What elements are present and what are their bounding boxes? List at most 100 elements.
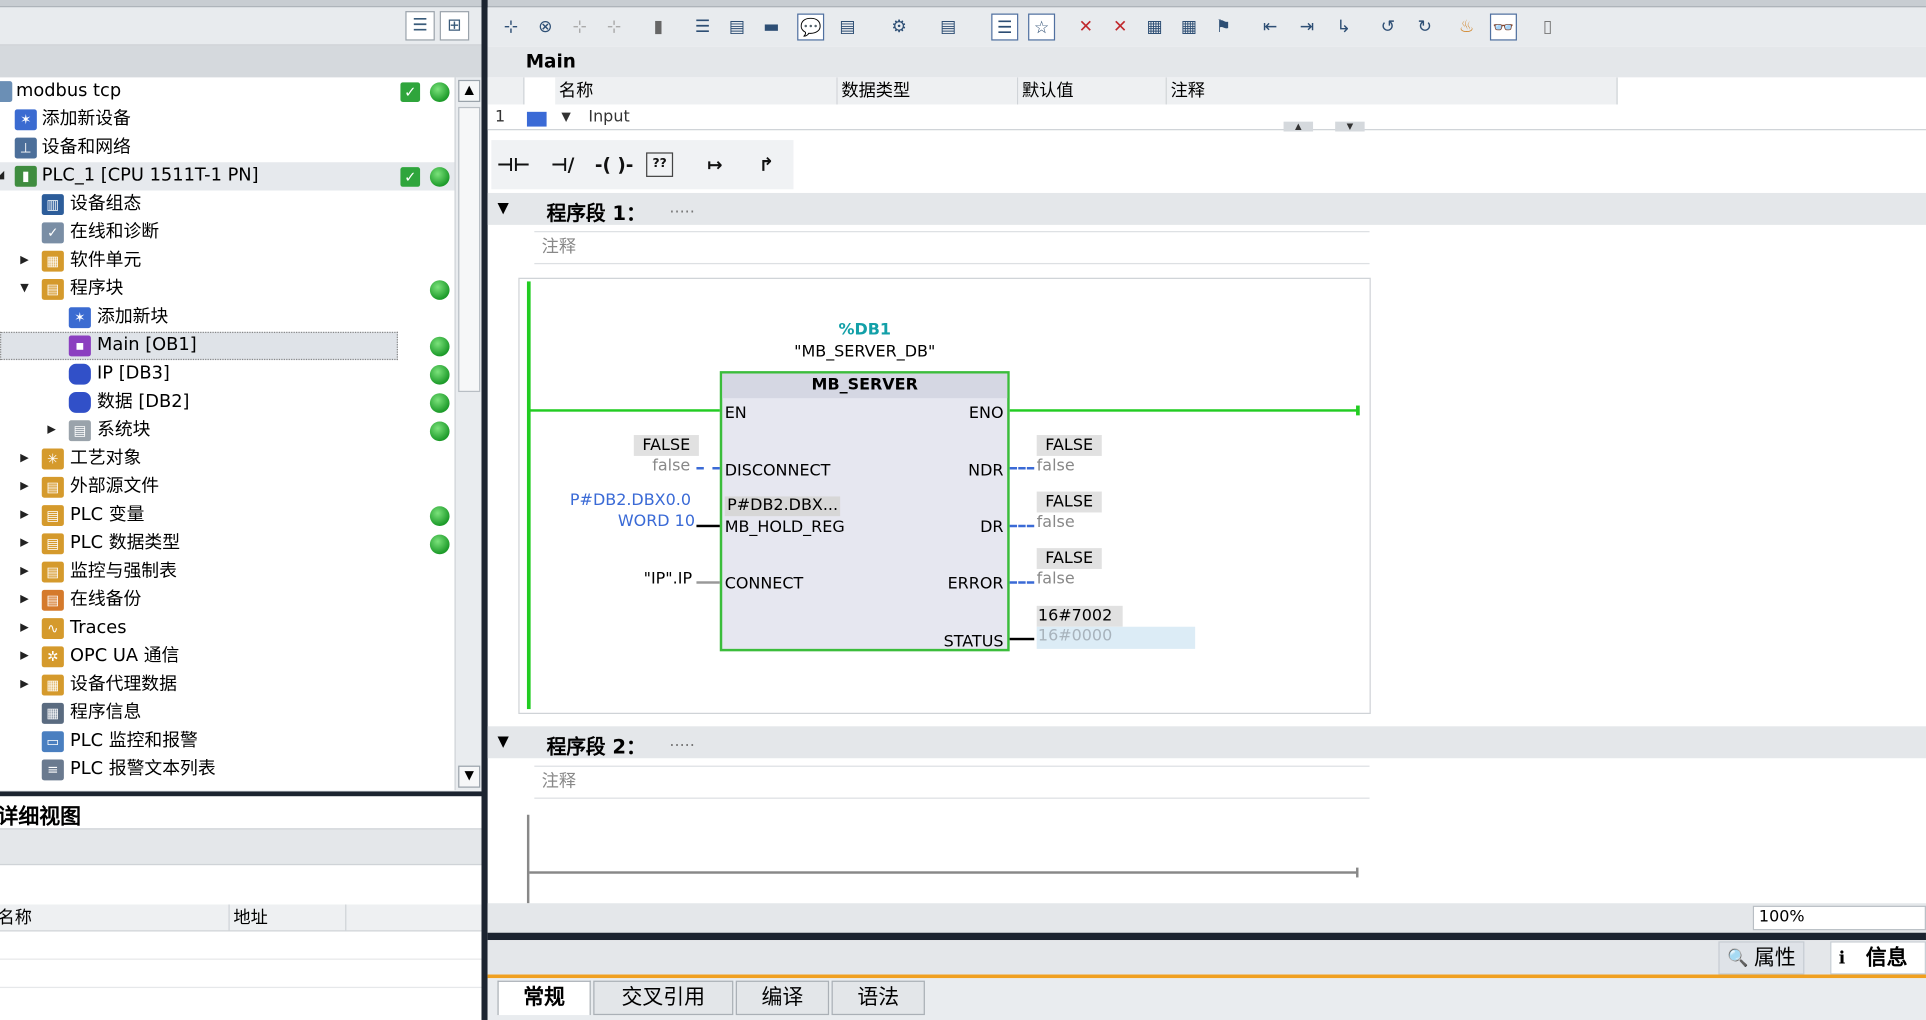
dr-operand[interactable]: false [1037,514,1075,534]
error-operand[interactable]: false [1037,570,1075,590]
tree-item-main-ob1[interactable]: ▪ Main [OB1] [0,331,398,361]
empty-box-icon[interactable]: ?? [646,152,674,177]
tab-cross-reference[interactable]: 交叉引用 [593,980,734,1016]
no-contact-icon[interactable]: ⊣⊢ [494,145,533,184]
disconnect-operand[interactable]: false [652,457,690,477]
search-ref-icon[interactable]: ▦ [1175,14,1202,41]
tag-info-icon[interactable]: ⚙ [886,14,913,41]
expand-arrow-icon[interactable]: ▶ [17,671,32,699]
expand-arrow-icon[interactable]: ▶ [17,530,32,558]
close-branch-icon[interactable]: ↱ [747,145,786,184]
delete-network-icon[interactable]: ⊗ [532,14,559,41]
status-operand[interactable]: 16#0000 [1036,626,1196,649]
tree-item-program-blocks[interactable]: ▼ ▤ 程序块 [0,275,454,303]
monitor-icon[interactable]: 👓 [1489,13,1517,41]
nc-contact-icon[interactable]: ⊣/⊢ [543,145,582,215]
step-over-icon[interactable]: ↳ [1330,14,1357,41]
col-address[interactable]: 地址 [228,904,347,932]
splitter-down-icon[interactable]: ▼ [1335,121,1365,132]
collapse-network-icon[interactable]: ▼ [497,199,508,216]
operand-display-icon[interactable]: ☰ [991,13,1019,41]
scroll-down-icon[interactable]: ▼ [458,765,481,788]
instance-db-address[interactable]: %DB1 [766,321,963,341]
network-title-placeholder[interactable]: ..... [669,199,694,217]
splitter-up-icon[interactable]: ▲ [1283,121,1314,132]
expand-arrow-icon[interactable]: ▶ [17,614,32,642]
scroll-thumb[interactable] [458,106,481,393]
tree-item-add-device[interactable]: ✶ 添加新设备 [0,106,454,134]
col-name[interactable]: 名称 [0,904,32,931]
collapse-network-icon[interactable]: ▼ [497,732,508,749]
append-row-icon[interactable]: ⊹ [601,14,628,41]
iface-col-datatype[interactable]: 数据类型 [837,77,1019,105]
tree-item-project[interactable]: modbus tcp ✓ [0,77,454,105]
tree-item-ip-db3[interactable]: IP [DB3] [0,360,454,388]
tree-item-devices-networks[interactable]: ⊥ 设备和网络 [0,134,454,162]
hold-reg-length[interactable]: WORD 10 [618,512,695,532]
compare-icon[interactable]: ♨ [1453,14,1480,41]
hold-reg-operand[interactable]: P#DB2.DBX0.0 [570,492,691,512]
properties-tab[interactable]: 🔍 属性 [1718,941,1805,975]
collapse-arrow-icon[interactable]: ▼ [17,275,32,303]
expand-arrow-icon[interactable]: ▶ [17,445,32,473]
iface-col-comment[interactable]: 注释 [1166,77,1618,105]
tree-item-online-backup[interactable]: ▶ ▤ 在线备份 [0,586,454,614]
network-2-header[interactable]: ▼ 程序段 2： ..... [487,726,1926,759]
tree-item-system-blocks[interactable]: ▶ ▤ 系统块 [0,417,454,445]
tree-item-traces[interactable]: ▶ ∿ Traces [0,614,454,642]
filter-icon[interactable]: ⚑ [1210,14,1237,41]
tree-settings-icon[interactable]: ⊞ [439,11,470,41]
ndr-operand[interactable]: false [1037,457,1075,477]
network-title-placeholder[interactable]: ..... [669,732,694,750]
mb-server-block[interactable]: MB_SERVER EN ENO DISCONNECT NDR P#DB2.DB… [719,371,1010,652]
expand-arrow-icon[interactable]: ▶ [17,558,32,586]
network-1-header[interactable]: ▼ 程序段 1： ..... [487,192,1926,225]
scroll-up-icon[interactable]: ▲ [458,79,481,102]
breakpoint-icon[interactable]: ✕ [1072,14,1099,41]
tree-item-external-sources[interactable]: ▶ ▤ 外部源文件 [0,473,454,501]
expand-arrow-icon[interactable]: ◢ [0,162,7,190]
tab-syntax[interactable]: 语法 [831,980,925,1016]
expand-arrow-icon[interactable]: ▶ [17,501,32,529]
tag-table-icon[interactable]: ☆ [1028,13,1056,41]
tree-item-plc-alarms[interactable]: ▭ PLC 监控和报警 [0,728,454,756]
overview-icon[interactable]: ☰ [405,11,435,41]
instance-db-name[interactable]: "MB_SERVER_DB" [742,343,988,363]
iface-row-input[interactable]: Input [588,107,629,129]
tree-item-add-block[interactable]: ✶ 添加新块 [0,304,454,332]
coil-icon[interactable]: -( )- [594,145,634,184]
expand-input-icon[interactable]: ▼ [561,107,570,129]
iface-col-name[interactable]: 名称 [555,77,838,105]
tree-item-program-info[interactable]: ▦ 程序信息 [0,699,454,727]
zoom-field[interactable]: 100% [1752,905,1926,931]
connect-operand[interactable]: "IP".IP [644,570,692,590]
expand-arrow-icon[interactable]: ▶ [17,473,32,501]
network-1-comment[interactable]: 注释 [534,231,1370,265]
step-icon[interactable]: ⇥ [1293,14,1320,41]
tree-item-software-units[interactable]: ▶ ▦ 软件单元 [0,247,454,275]
tab-compile[interactable]: 编译 [735,980,830,1016]
prev-icon[interactable]: ⇤ [1257,14,1284,41]
tree-item-proxy-data[interactable]: ▶ ▦ 设备代理数据 [0,671,454,699]
collapse-networks-icon[interactable]: ▬ [758,14,785,41]
tree-item-plc[interactable]: ◢ ▮ PLC_1 [CPU 1511T-1 PN] ✓ [0,162,455,191]
snapshot-icon[interactable]: ▯ [1534,14,1561,41]
tree-item-online-diag[interactable]: ✓ 在线和诊断 [0,219,454,247]
return-icon[interactable]: ↻ [1411,14,1438,41]
info-tab[interactable]: ℹ 信息 [1830,941,1926,975]
iface-col-default[interactable]: 默认值 [1018,77,1167,105]
network-2-comment[interactable]: 注释 [534,765,1370,799]
insert-row-icon[interactable]: ⊹ [566,14,593,41]
favorites-icon[interactable]: ▤ [834,14,861,41]
tree-item-watch-force[interactable]: ▶ ▤ 监控与强制表 [0,558,454,586]
clear-breakpoint-icon[interactable]: ✕ [1107,14,1134,41]
absolute-operands-icon[interactable]: ☰ [689,14,716,41]
tree-item-device-config[interactable]: ▥ 设备组态 [0,190,454,218]
network-overview-icon[interactable]: ▤ [723,14,750,41]
tree-item-opcua[interactable]: ▶ ✲ OPC UA 通信 [0,643,454,671]
go-to-icon[interactable]: ▦ [1141,14,1168,41]
comment-icon[interactable]: 💬 [797,13,825,41]
symbol-info-icon[interactable]: ▤ [935,14,962,41]
expand-arrow-icon[interactable]: ▶ [17,247,32,275]
reset-start-icon[interactable]: ▮ [645,14,672,41]
